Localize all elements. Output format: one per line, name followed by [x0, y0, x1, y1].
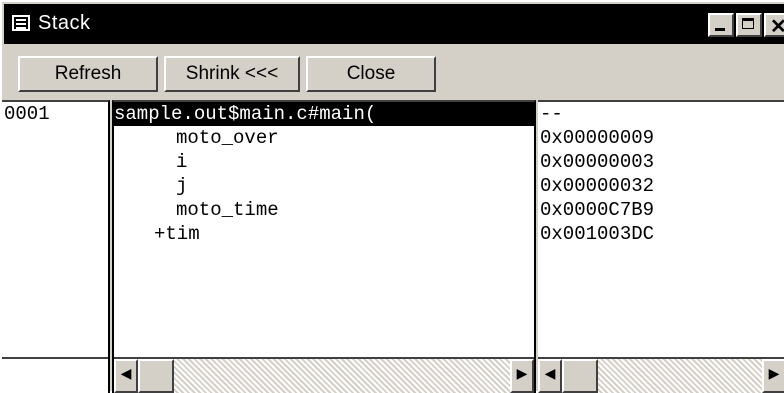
- local-var-row[interactable]: moto_over: [114, 126, 534, 150]
- local-var-value[interactable]: 0x0000C7B9: [538, 198, 784, 222]
- arrow-right-icon: ▶: [768, 367, 780, 383]
- local-var-row[interactable]: j: [114, 174, 534, 198]
- tree-horizontal-scrollbar[interactable]: ◀ ▶: [114, 357, 534, 393]
- maximize-button[interactable]: [736, 13, 762, 37]
- local-var-row[interactable]: i: [114, 150, 534, 174]
- arrow-left-icon: ◀: [544, 367, 556, 383]
- values-horizontal-scrollbar[interactable]: ◀ ▶: [538, 357, 784, 393]
- local-var-name: moto_time: [176, 199, 279, 221]
- stack-values-pane[interactable]: -- 0x00000009 0x00000003 0x00000032 0x00…: [538, 100, 784, 393]
- refresh-button[interactable]: Refresh: [18, 56, 158, 92]
- frame-id[interactable]: 0001: [2, 102, 108, 126]
- stack-tree-pane[interactable]: sample.out$main.c#main( moto_over i j mo…: [112, 100, 536, 393]
- local-var-value[interactable]: 0x00000009: [538, 126, 784, 150]
- local-var-name: moto_over: [176, 127, 279, 149]
- frame-value[interactable]: --: [538, 102, 784, 126]
- toolbar: Refresh Shrink <<< Close: [2, 46, 784, 98]
- close-window-button[interactable]: ✕: [764, 13, 784, 38]
- local-var-name: j: [176, 175, 188, 197]
- local-var-value[interactable]: 0x00000003: [538, 150, 784, 174]
- scroll-track[interactable]: [114, 359, 534, 393]
- stack-frame-label: sample.out$main.c#main(: [114, 103, 377, 125]
- title-bar[interactable]: Stack ✕: [4, 4, 784, 44]
- stack-window: Stack ✕ Refresh Shrink <<< Close 0001 sa…: [0, 0, 784, 393]
- scroll-left-button[interactable]: ◀: [114, 359, 138, 393]
- window-title: Stack: [38, 12, 91, 34]
- stack-frame-row[interactable]: sample.out$main.c#main(: [114, 102, 534, 126]
- frame-id-pane[interactable]: 0001: [2, 100, 110, 393]
- local-var-row[interactable]: +tim: [114, 222, 534, 246]
- arrow-right-icon: ▶: [516, 367, 528, 383]
- scroll-right-button[interactable]: ▶: [762, 359, 784, 393]
- arrow-left-icon: ◀: [120, 367, 132, 383]
- local-var-name: +tim: [154, 223, 200, 245]
- scroll-left-button[interactable]: ◀: [538, 359, 562, 393]
- close-icon: ✕: [770, 16, 784, 38]
- close-button[interactable]: Close: [306, 56, 436, 92]
- list-window-icon[interactable]: [12, 15, 30, 31]
- frame-id-footer: [2, 357, 108, 393]
- local-var-value[interactable]: 0x00000032: [538, 174, 784, 198]
- local-var-row[interactable]: moto_time: [114, 198, 534, 222]
- scroll-thumb[interactable]: [562, 359, 598, 393]
- minimize-button[interactable]: [708, 13, 734, 37]
- scroll-thumb[interactable]: [138, 359, 174, 393]
- local-var-value[interactable]: 0x001003DC: [538, 222, 784, 246]
- local-var-name: i: [176, 151, 188, 173]
- scroll-right-button[interactable]: ▶: [510, 359, 534, 393]
- shrink-button[interactable]: Shrink <<<: [164, 56, 300, 92]
